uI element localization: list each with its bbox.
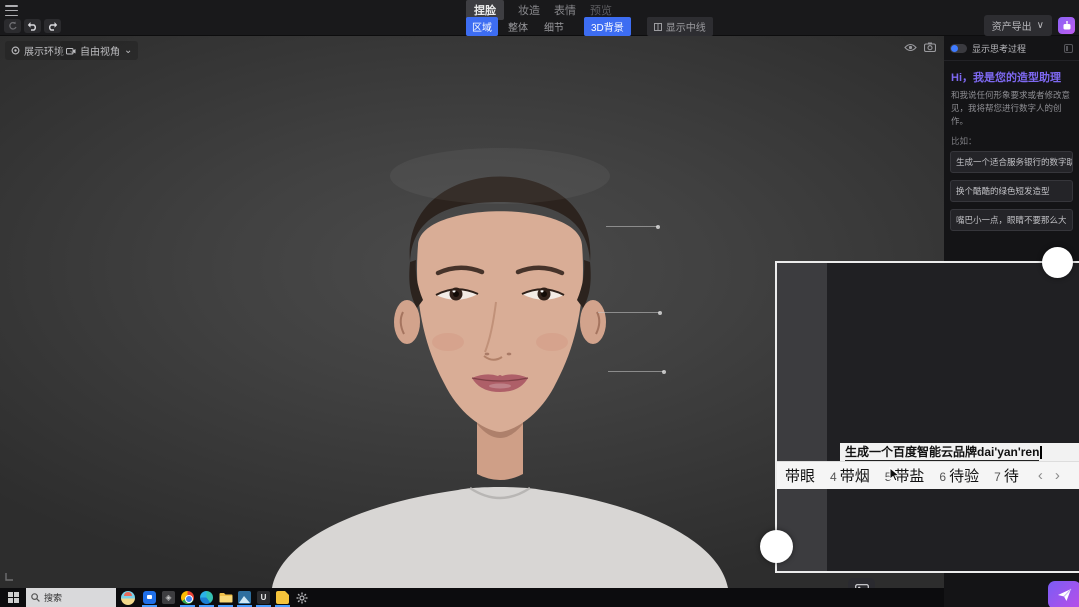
magnified-canvas-edge bbox=[777, 263, 827, 571]
taskbar-app-u[interactable]: U bbox=[254, 588, 273, 607]
ime-next-page-arrow[interactable]: › bbox=[1055, 467, 1060, 484]
windows-logo-icon bbox=[8, 592, 19, 603]
robot-icon bbox=[1062, 21, 1072, 31]
ime-candidate[interactable]: 6待验 bbox=[939, 465, 979, 486]
snapshot-camera-icon[interactable] bbox=[924, 42, 936, 52]
u-app-icon: U bbox=[257, 591, 270, 604]
environment-icon bbox=[11, 46, 20, 55]
eye-icon[interactable] bbox=[904, 43, 917, 52]
subtab-overall[interactable]: 整体 bbox=[502, 17, 534, 36]
brow-guide-line[interactable] bbox=[606, 226, 658, 227]
redo-icon bbox=[47, 21, 58, 31]
eye-guide-line[interactable] bbox=[598, 312, 660, 313]
mouth-guide-line[interactable] bbox=[608, 371, 664, 372]
ime-candidate[interactable]: 带眼 bbox=[782, 465, 815, 486]
tab-preview[interactable]: 预览 bbox=[590, 2, 612, 18]
suggestion-chip[interactable]: 生成一个适合服务银行的数字助理 bbox=[950, 151, 1073, 173]
ai-assistant-button[interactable] bbox=[1058, 17, 1075, 34]
sub-tabs: 区域 整体 细节 3D背景 显示中线 bbox=[466, 19, 713, 34]
mouse-cursor-icon bbox=[889, 467, 900, 482]
redo-button[interactable] bbox=[44, 19, 61, 33]
ime-composition-box[interactable]: 生成一个百度智能云品牌dai'yan'ren bbox=[840, 443, 1079, 461]
click-indicator-circle bbox=[760, 530, 793, 563]
chevron-down-icon: ∨ bbox=[1037, 20, 1044, 31]
show-thinking-label: 显示思考过程 bbox=[972, 42, 1059, 55]
3d-background-button[interactable]: 3D背景 bbox=[584, 17, 631, 36]
tab-expression[interactable]: 表情 bbox=[554, 2, 576, 18]
taskbar-search-input[interactable]: 搜索 bbox=[26, 588, 116, 607]
reset-button[interactable] bbox=[4, 19, 21, 33]
menu-icon[interactable] bbox=[5, 5, 18, 16]
taskbar-settings[interactable] bbox=[292, 588, 311, 607]
view-angle-dropdown-label: 自由视角 bbox=[80, 43, 120, 58]
ime-candidate-bar: 带眼 4带烟 5带盐 6待验 7待 ‹ › bbox=[777, 461, 1079, 489]
reset-icon bbox=[8, 21, 18, 31]
click-indicator-circle bbox=[1042, 247, 1073, 278]
edge-icon bbox=[200, 591, 213, 604]
weather-widget-button[interactable] bbox=[116, 588, 140, 607]
environment-dropdown-label: 展示环境 bbox=[24, 43, 64, 58]
view-angle-dropdown[interactable]: 自由视角 ⌄ bbox=[60, 41, 138, 60]
centerline-icon bbox=[654, 23, 662, 31]
taskbar-app-edge[interactable] bbox=[197, 588, 216, 607]
ime-composition-text: 生成一个百度智能云品牌dai'yan'ren bbox=[845, 443, 1039, 461]
centerline-button[interactable]: 显示中线 bbox=[647, 17, 713, 36]
history-group bbox=[4, 19, 61, 33]
start-button[interactable] bbox=[0, 588, 26, 607]
show-thinking-toggle[interactable] bbox=[950, 44, 967, 53]
send-button[interactable] bbox=[1048, 581, 1079, 607]
dark-app-icon: ◈ bbox=[162, 591, 175, 604]
taskbar-app-chrome[interactable] bbox=[178, 588, 197, 607]
suggestion-chip[interactable]: 换个酷酷的绿色短发造型 bbox=[950, 180, 1073, 202]
chevron-down-icon: ⌄ bbox=[124, 45, 132, 56]
subtab-region[interactable]: 区域 bbox=[466, 17, 498, 36]
assistant-hint: 比如： bbox=[944, 127, 1079, 151]
taskbar-app-notes[interactable] bbox=[273, 588, 292, 607]
chat-app-icon bbox=[143, 591, 156, 604]
search-placeholder: 搜索 bbox=[44, 591, 62, 604]
assistant-greeting: Hi，我是您的造型助理 bbox=[944, 61, 1079, 89]
tab-styling[interactable]: 妆造 bbox=[518, 2, 540, 18]
taskbar-file-explorer[interactable] bbox=[216, 588, 235, 607]
assistant-panel-header: 显示思考过程 bbox=[944, 36, 1079, 61]
undo-button[interactable] bbox=[24, 19, 41, 33]
magnifier-overlay-window: 生成一个百度智能云品牌dai'yan'ren 带眼 4带烟 5带盐 6待验 7待… bbox=[775, 261, 1079, 573]
collapse-panel-icon[interactable] bbox=[1064, 44, 1073, 53]
ime-candidate[interactable]: 7待 bbox=[994, 465, 1019, 486]
windows-taskbar: 搜索 ◈ U bbox=[0, 588, 944, 607]
subtab-detail[interactable]: 细节 bbox=[538, 17, 570, 36]
app-screen: 展示环境 ⌄ 自由视角 ⌄ bbox=[0, 0, 1079, 607]
folder-icon bbox=[219, 592, 233, 603]
main-tabs: 捏脸 妆造 表情 预览 bbox=[466, 2, 612, 18]
camera-icon bbox=[66, 47, 76, 55]
avatar-figure bbox=[230, 90, 770, 588]
notes-app-icon bbox=[276, 591, 289, 604]
asset-export-label: 资产导出 bbox=[992, 18, 1032, 33]
chrome-icon bbox=[181, 591, 194, 604]
ime-prev-page-arrow[interactable]: ‹ bbox=[1038, 467, 1043, 484]
assistant-intro: 和我说任何形象要求或者修改意见，我将帮您进行数字人的创作。 bbox=[944, 89, 1079, 127]
centerline-button-label: 显示中线 bbox=[666, 19, 706, 34]
gear-icon bbox=[296, 592, 308, 604]
search-icon bbox=[31, 593, 40, 602]
taskbar-app-chat[interactable] bbox=[140, 588, 159, 607]
undo-icon bbox=[27, 21, 38, 31]
send-plane-icon bbox=[1057, 588, 1072, 602]
top-toolbar: 捏脸 妆造 表情 预览 区域 整体 细节 3D背景 显示中线 资产导出 ∨ bbox=[0, 0, 1079, 36]
asset-export-button[interactable]: 资产导出 ∨ bbox=[984, 15, 1052, 36]
taskbar-app-dark[interactable]: ◈ bbox=[159, 588, 178, 607]
text-caret bbox=[1040, 446, 1042, 459]
taskbar-app-photos[interactable] bbox=[235, 588, 254, 607]
photos-icon bbox=[238, 591, 251, 604]
beach-weather-icon bbox=[121, 591, 135, 605]
suggestion-chip[interactable]: 嘴巴小一点，眼睛不要那么大 bbox=[950, 209, 1073, 231]
ime-candidate[interactable]: 4带烟 bbox=[830, 465, 870, 486]
resize-corner-icon[interactable] bbox=[5, 572, 14, 581]
